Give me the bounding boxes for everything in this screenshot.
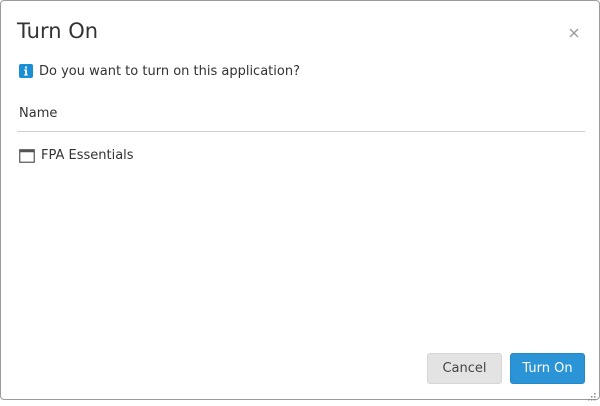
turn-on-dialog: Turn On Do you want to turn on this appl… — [0, 0, 600, 401]
info-message: Do you want to turn on this application? — [19, 62, 300, 80]
list-item[interactable]: FPA Essentials — [19, 146, 134, 164]
cancel-button[interactable]: Cancel — [427, 353, 502, 384]
close-icon[interactable] — [567, 25, 581, 39]
window-icon — [19, 148, 35, 163]
turn-on-button[interactable]: Turn On — [510, 353, 585, 384]
resize-grip-icon[interactable] — [587, 387, 597, 401]
header-divider — [17, 131, 585, 132]
list-item-label: FPA Essentials — [41, 147, 134, 163]
info-text: Do you want to turn on this application? — [39, 63, 300, 79]
column-header-name: Name — [19, 106, 58, 121]
dialog-title: Turn On — [17, 19, 99, 43]
info-icon — [19, 64, 33, 78]
